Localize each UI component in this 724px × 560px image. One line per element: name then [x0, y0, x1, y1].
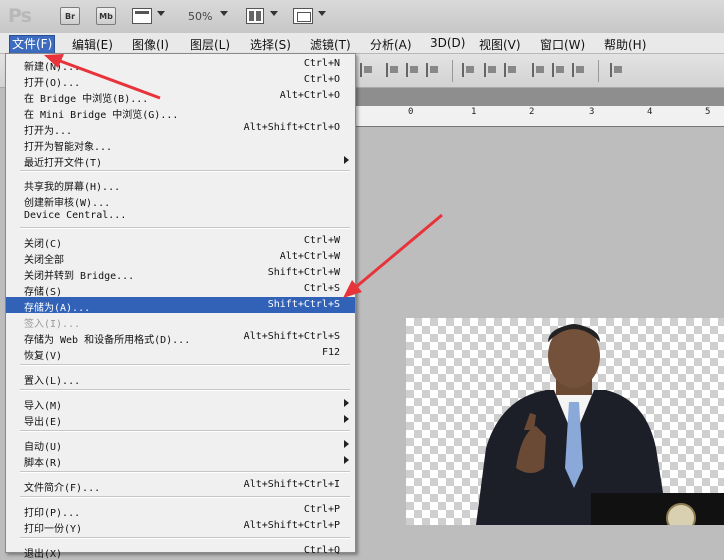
align-icon[interactable]	[426, 63, 440, 77]
ruler-label: 3	[589, 107, 595, 117]
menu-item-import[interactable]: 导入(M)	[6, 395, 355, 412]
menu-file[interactable]: 文件(F)	[9, 35, 56, 54]
menu-item-print-one-copy[interactable]: 打印一份(Y) Alt+Shift+Ctrl+P	[6, 518, 355, 535]
menu-select[interactable]: 选择(S)	[250, 36, 291, 53]
submenu-arrow-icon	[344, 399, 349, 407]
menu-item-save-as[interactable]: 存储为(A)... Shift+Ctrl+S	[6, 297, 355, 314]
distribute-icon[interactable]	[532, 63, 546, 77]
menu-item-close[interactable]: 关闭(C) Ctrl+W	[6, 233, 355, 250]
ruler-label: 1	[471, 107, 477, 117]
menu-item-recent-files[interactable]: 最近打开文件(T)	[6, 152, 355, 169]
menu-item-check-in: 签入(I)...	[24, 319, 81, 330]
menu-item-export[interactable]: 导出(E)	[6, 411, 355, 428]
distribute-icon[interactable]	[484, 63, 498, 77]
menu-separator	[20, 364, 350, 366]
file-menu-dropdown: 新建(N)... Ctrl+N 打开(O)... Ctrl+O 在 Bridge 中…	[5, 53, 356, 560]
align-icon[interactable]	[406, 63, 420, 77]
menu-help[interactable]: 帮助(H)	[604, 36, 646, 53]
menu-separator	[20, 496, 350, 498]
menu-item-save-for-web[interactable]: 存储为 Web 和设备所用格式(D)... Alt+Shift+Ctrl+S	[6, 329, 355, 346]
menu-item-automate[interactable]: 自动(U)	[6, 436, 355, 453]
chevron-down-icon[interactable]	[318, 11, 326, 16]
annotation-arrow-save-as	[343, 213, 443, 298]
menu-item-revert[interactable]: 恢复(V) F12	[6, 345, 355, 362]
view-extras-icon[interactable]	[132, 8, 152, 24]
distribute-icon[interactable]	[552, 63, 566, 77]
submenu-arrow-icon	[344, 156, 349, 164]
menu-item-browse-bridge[interactable]: 在 Bridge 中浏览(B)... Alt+Ctrl+O	[6, 88, 355, 105]
menu-window[interactable]: 窗口(W)	[540, 36, 585, 53]
person-photo	[476, 324, 724, 525]
chevron-down-icon[interactable]	[157, 11, 165, 16]
ruler-label: 5	[705, 107, 711, 117]
document-canvas[interactable]	[406, 318, 724, 525]
chevron-down-icon[interactable]	[220, 11, 228, 16]
menu-item-print[interactable]: 打印(P)... Ctrl+P	[6, 502, 355, 519]
align-icon[interactable]	[386, 63, 400, 77]
distribute-icon[interactable]	[504, 63, 518, 77]
submenu-arrow-icon	[344, 440, 349, 448]
menu-edit[interactable]: 编辑(E)	[72, 36, 113, 53]
menu-item-open[interactable]: 打开(O)... Ctrl+O	[6, 72, 355, 89]
menu-item-new[interactable]: 新建(N)... Ctrl+N	[6, 56, 355, 73]
menu-separator	[20, 227, 350, 229]
distribute-icon[interactable]	[462, 63, 476, 77]
chevron-down-icon[interactable]	[270, 11, 278, 16]
menu-item-scripts[interactable]: 脚本(R)	[6, 452, 355, 469]
submenu-arrow-icon	[344, 415, 349, 423]
separator	[598, 60, 599, 82]
mini-bridge-button[interactable]: Mb	[96, 7, 116, 25]
auto-align-icon[interactable]	[610, 63, 624, 77]
menu-item-save[interactable]: 存储(S) Ctrl+S	[6, 281, 355, 298]
menu-item-browse-mini-bridge[interactable]: 在 Mini Bridge 中浏览(G)...	[6, 104, 355, 121]
menu-item-open-as[interactable]: 打开为... Alt+Shift+Ctrl+O	[6, 120, 355, 137]
align-icon[interactable]	[360, 63, 374, 77]
menu-item-device-central[interactable]: Device Central...	[6, 208, 355, 224]
document-tab-strip	[355, 88, 724, 106]
menu-item-exit[interactable]: 退出(X) Ctrl+Q	[6, 543, 355, 560]
menu-item-share-screen[interactable]: 共享我的屏幕(H)...	[6, 176, 355, 193]
menu-item-place[interactable]: 置入(L)...	[6, 370, 355, 387]
menu-separator	[20, 537, 350, 539]
menu-separator	[20, 170, 350, 172]
arrange-documents-icon[interactable]	[246, 8, 264, 24]
menu-item-file-info[interactable]: 文件简介(F)... Alt+Shift+Ctrl+I	[6, 477, 355, 494]
menu-filter[interactable]: 滤镜(T)	[310, 36, 351, 53]
ruler-label: 0	[408, 107, 414, 117]
menu-analysis[interactable]: 分析(A)	[370, 36, 412, 53]
menu-layer[interactable]: 图层(L)	[190, 36, 230, 53]
screen-mode-icon[interactable]	[293, 8, 313, 24]
menu-item-close-all[interactable]: 关闭全部 Alt+Ctrl+W	[6, 249, 355, 266]
distribute-icon[interactable]	[572, 63, 586, 77]
submenu-arrow-icon	[344, 456, 349, 464]
menu-3d[interactable]: 3D(D)	[430, 36, 465, 50]
menu-separator	[20, 430, 350, 432]
horizontal-ruler: 0 1 2 3 4 5	[355, 106, 724, 127]
menu-item-close-go-bridge[interactable]: 关闭并转到 Bridge... Shift+Ctrl+W	[6, 265, 355, 282]
menu-separator	[20, 389, 350, 391]
zoom-level[interactable]: 50%	[188, 10, 212, 23]
menu-item-open-smart-object[interactable]: 打开为智能对象...	[6, 136, 355, 153]
ruler-label: 4	[647, 107, 653, 117]
ruler-label: 2	[529, 107, 535, 117]
menu-separator	[20, 471, 350, 473]
photoshop-logo: Ps	[8, 5, 32, 27]
menu-view[interactable]: 视图(V)	[479, 36, 521, 53]
menu-image[interactable]: 图像(I)	[132, 36, 169, 53]
separator	[452, 60, 453, 82]
menu-item-new-review[interactable]: 创建新审核(W)...	[6, 192, 355, 209]
bridge-button[interactable]: Br	[60, 7, 80, 25]
